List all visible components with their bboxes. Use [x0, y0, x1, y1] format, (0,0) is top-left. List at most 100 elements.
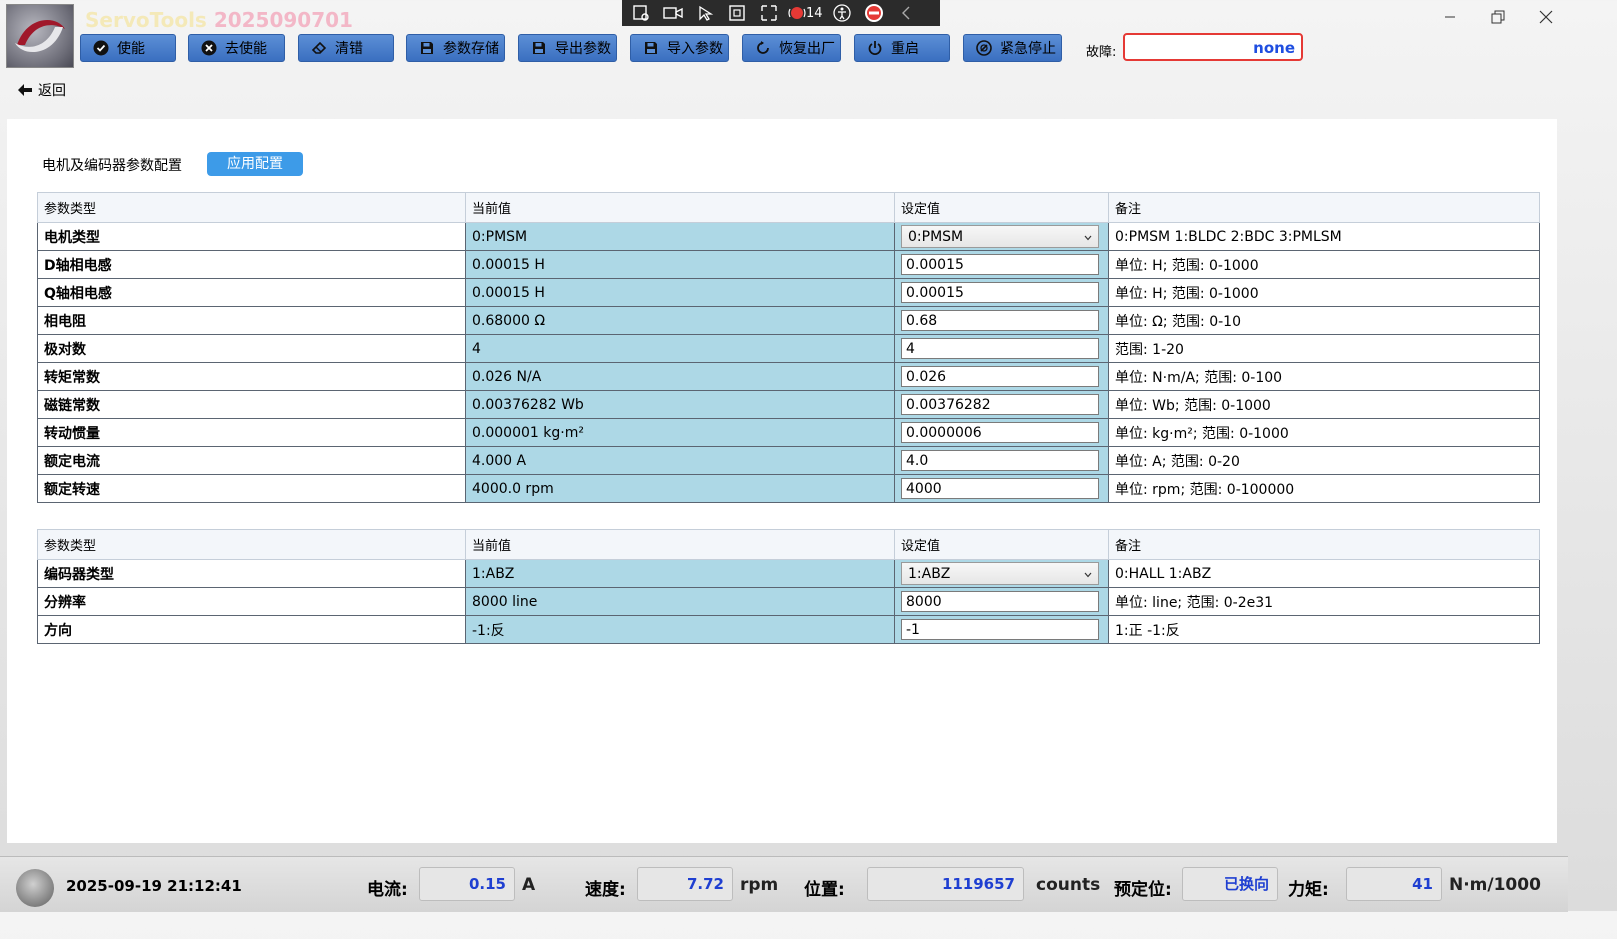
- table-row: 分辨率8000 line 单位: line; 范围: 0-2e31: [37, 587, 1540, 616]
- table-row: 磁链常数0.00376282 Wb 单位: Wb; 范围: 0-1000: [37, 390, 1540, 419]
- param-name: 磁链常数: [37, 390, 466, 419]
- current-label: 电流:: [367, 880, 408, 900]
- collapse-chevron-icon[interactable]: [893, 0, 919, 26]
- import-params-button[interactable]: 导入参数: [630, 34, 729, 62]
- section-title: 电机及编码器参数配置: [42, 158, 182, 174]
- fault-label: 故障:: [1086, 45, 1117, 60]
- param-note: 单位: H; 范围: 0-1000: [1108, 250, 1540, 279]
- x-circle-icon: [201, 40, 217, 56]
- param-current-value: 0.00015 H: [465, 250, 895, 279]
- export-params-button[interactable]: 导出参数: [518, 34, 617, 62]
- param-current-value: 0.026 N/A: [465, 362, 895, 391]
- param-set-input[interactable]: [901, 394, 1099, 415]
- param-current-value: 8000 line: [465, 587, 895, 616]
- chevron-down-icon: [1084, 566, 1092, 582]
- speed-value: 7.72: [637, 867, 733, 901]
- refresh-icon: [755, 40, 771, 56]
- param-set-input[interactable]: [901, 338, 1099, 359]
- torque-value: 41: [1346, 867, 1442, 901]
- save-params-label: 参数存储: [443, 41, 499, 57]
- close-icon: [1539, 10, 1553, 24]
- logo-swirl-icon: [15, 19, 65, 53]
- param-name: 转动惯量: [37, 418, 466, 447]
- param-set-input[interactable]: [901, 619, 1099, 640]
- select-value: 0:PMSM: [908, 228, 964, 245]
- table-row: 编码器类型 1:ABZ 1:ABZ 0:HALL 1:ABZ: [37, 559, 1540, 588]
- restore-icon: [1491, 10, 1505, 24]
- arrow-left-icon: [18, 81, 32, 100]
- restart-label: 重启: [891, 41, 919, 57]
- param-set-input[interactable]: [901, 450, 1099, 471]
- minimize-button[interactable]: [1436, 6, 1464, 28]
- enable-button[interactable]: 使能: [80, 34, 176, 62]
- notification-icon[interactable]: [788, 0, 806, 26]
- app-title-name: ServoTools: [85, 8, 207, 32]
- apply-config-button[interactable]: 应用配置: [207, 152, 303, 176]
- current-value: 0.15: [419, 867, 515, 901]
- encoder-params-table: 参数类型 当前值 设定值 备注 编码器类型 1:ABZ 1:ABZ 0:HALL 1:…: [37, 529, 1540, 644]
- current-unit: A: [522, 875, 536, 895]
- table-row: 电机类型 0:PMSM 0:PMSM 0:PMSM 1:BLDC 2:BDC 3:PM…: [37, 222, 1540, 251]
- table-row: Q轴相电感0.00015 H 单位: H; 范围: 0-1000: [37, 278, 1540, 307]
- param-select[interactable]: 1:ABZ: [901, 562, 1099, 585]
- clear-error-button[interactable]: 清错: [298, 34, 394, 62]
- restore-button[interactable]: [1484, 6, 1512, 28]
- floppy-icon: [643, 40, 659, 56]
- param-name: 转矩常数: [37, 362, 466, 391]
- disable-label: 去使能: [225, 41, 267, 57]
- capture-settings-icon[interactable]: [628, 0, 654, 26]
- preposition-label: 预定位:: [1114, 880, 1172, 900]
- region-capture-icon[interactable]: [756, 0, 782, 26]
- fault-status-field: none: [1123, 33, 1303, 61]
- param-note: 单位: Ω; 范围: 0-10: [1108, 306, 1540, 335]
- col-header-type: 参数类型: [37, 529, 466, 560]
- param-note: 单位: Wb; 范围: 0-1000: [1108, 390, 1540, 419]
- position-label: 位置:: [804, 880, 845, 900]
- disable-button[interactable]: 去使能: [188, 34, 285, 62]
- status-led-icon: [16, 869, 54, 907]
- param-current-value: 4: [465, 334, 895, 363]
- param-set-cell: [894, 306, 1109, 335]
- emergency-stop-button[interactable]: 紧急停止: [963, 34, 1062, 62]
- table-header-row: 参数类型 当前值 设定值 备注: [37, 192, 1540, 223]
- close-button[interactable]: [1532, 6, 1560, 28]
- capture-toolbar: 14: [622, 0, 940, 26]
- param-set-cell: [894, 587, 1109, 616]
- param-set-input[interactable]: [901, 422, 1099, 443]
- param-name: 额定转速: [37, 474, 466, 503]
- restart-button[interactable]: 重启: [854, 34, 950, 62]
- param-set-input[interactable]: [901, 478, 1099, 499]
- select-value: 1:ABZ: [908, 565, 951, 582]
- table-row: 额定转速4000.0 rpm 单位: rpm; 范围: 0-100000: [37, 474, 1540, 503]
- param-select[interactable]: 0:PMSM: [901, 225, 1099, 248]
- param-set-cell: [894, 390, 1109, 419]
- param-current-value: 1:ABZ: [465, 559, 895, 588]
- param-note: 0:PMSM 1:BLDC 2:BDC 3:PMLSM: [1108, 222, 1540, 251]
- col-header-note: 备注: [1108, 192, 1540, 223]
- param-current-value: 0.00376282 Wb: [465, 390, 895, 419]
- stop-record-icon[interactable]: [861, 0, 887, 26]
- video-icon[interactable]: [660, 0, 686, 26]
- param-set-input[interactable]: [901, 591, 1099, 612]
- back-button[interactable]: 返回: [18, 80, 66, 100]
- torque-label: 力矩:: [1288, 880, 1329, 900]
- window-capture-icon[interactable]: [724, 0, 750, 26]
- param-set-input[interactable]: [901, 310, 1099, 331]
- table-header-row: 参数类型 当前值 设定值 备注: [37, 529, 1540, 560]
- save-params-button[interactable]: 参数存储: [406, 34, 505, 62]
- speed-label: 速度:: [585, 880, 626, 900]
- status-datetime: 2025-09-19 21:12:41: [66, 877, 242, 895]
- param-set-input[interactable]: [901, 366, 1099, 387]
- param-set-input[interactable]: [901, 282, 1099, 303]
- pointer-select-icon[interactable]: [692, 0, 718, 26]
- param-set-cell: [894, 474, 1109, 503]
- factory-reset-button[interactable]: 恢复出厂: [742, 34, 841, 62]
- table-row: 相电阻0.68000 Ω 单位: Ω; 范围: 0-10: [37, 306, 1540, 335]
- position-unit: counts: [1036, 875, 1101, 895]
- param-set-input[interactable]: [901, 254, 1099, 275]
- param-name: 相电阻: [37, 306, 466, 335]
- power-icon: [867, 40, 883, 56]
- check-circle-icon: [93, 40, 109, 56]
- param-set-cell: [894, 615, 1109, 644]
- accessibility-icon[interactable]: [829, 0, 855, 26]
